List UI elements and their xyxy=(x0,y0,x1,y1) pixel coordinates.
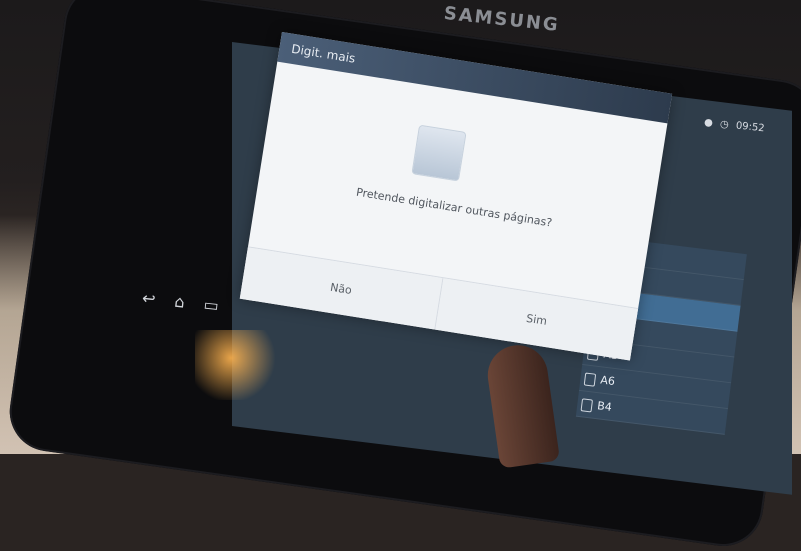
document-stack-icon xyxy=(411,124,467,182)
recent-apps-icon[interactable]: ▭ xyxy=(203,295,220,315)
dialog-message: Pretende digitalizar outras páginas? xyxy=(355,185,554,230)
home-icon[interactable]: ⌂ xyxy=(174,292,186,312)
clock-icon: ◷ xyxy=(719,118,730,131)
document-icon xyxy=(580,398,594,413)
back-icon[interactable]: ↩ xyxy=(141,288,156,308)
person-icon: ● xyxy=(703,117,714,129)
light-reflection xyxy=(195,330,285,400)
document-icon xyxy=(583,372,597,387)
